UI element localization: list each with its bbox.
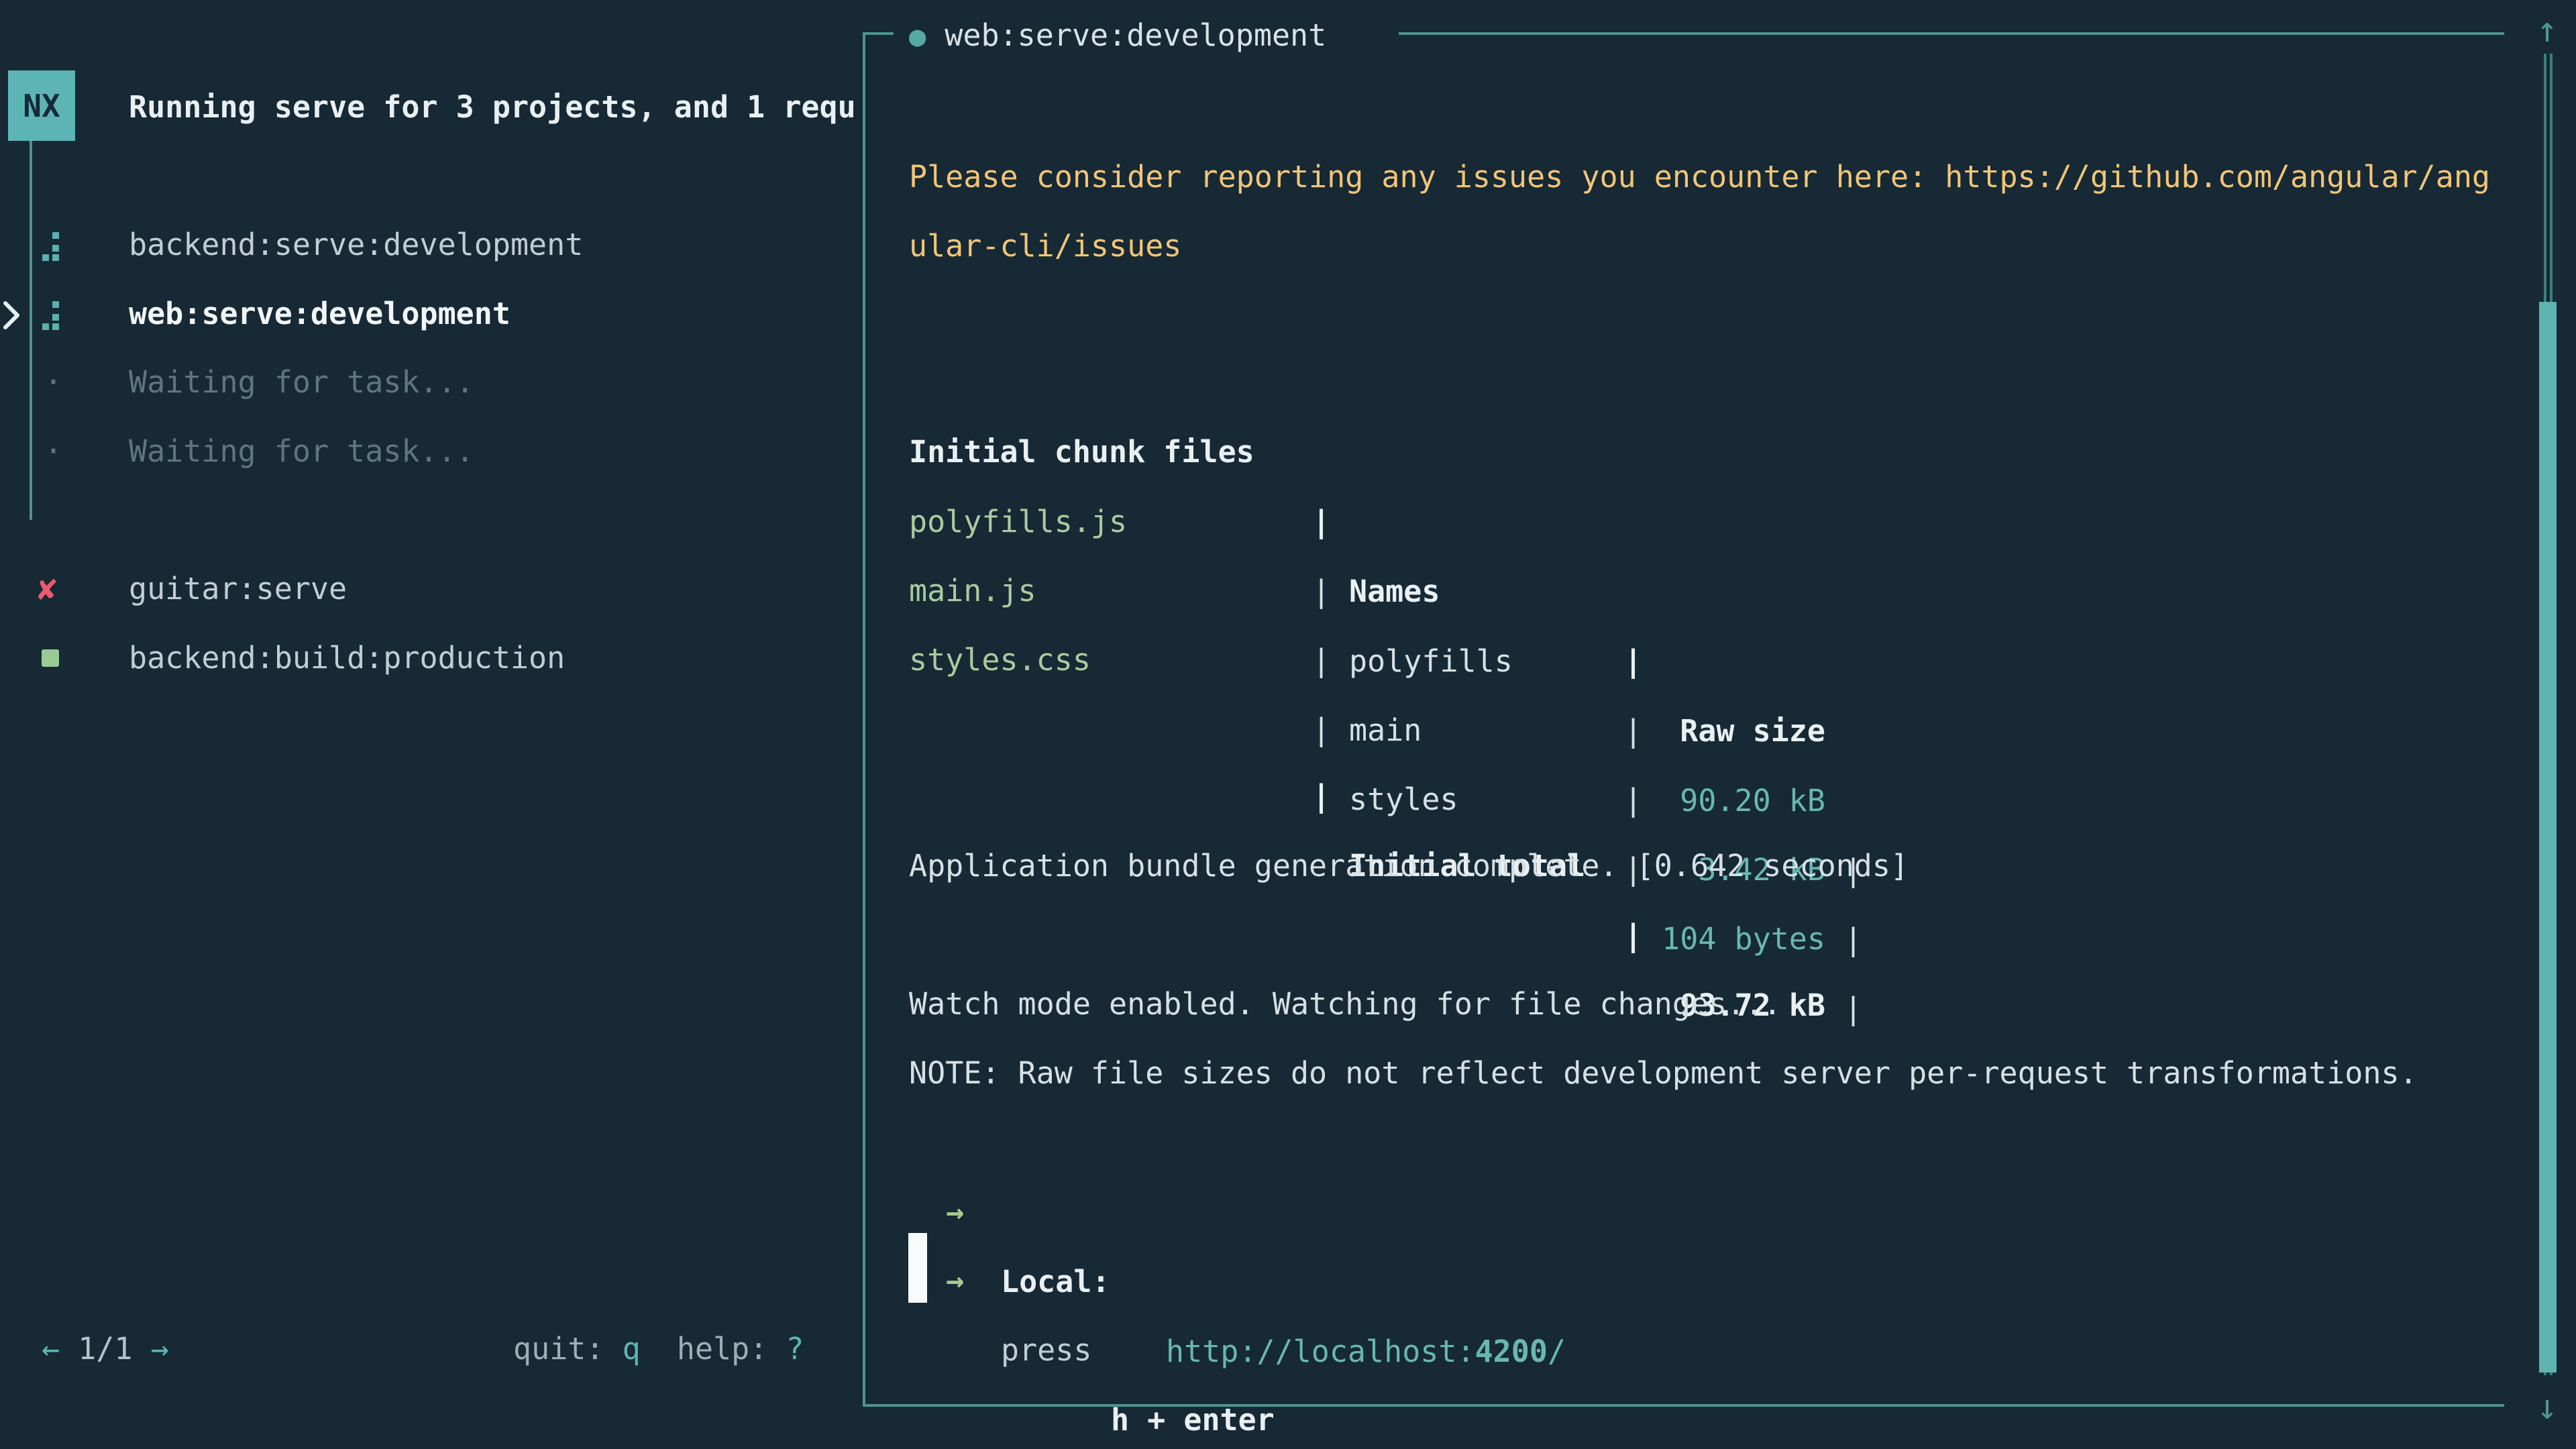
- task-label: backend:serve:development: [129, 210, 583, 280]
- initial-total-row: | Initial total | 93.72 kB: [909, 692, 981, 761]
- panel-border-top: [1399, 32, 2504, 35]
- quit-key: q: [623, 1331, 641, 1366]
- app-title: Running serve for 3 projects, and 1 requ: [129, 72, 856, 142]
- chunk-table-row: styles.css | styles | 104 bytes |: [909, 555, 981, 625]
- selected-caret-icon: [1, 299, 21, 331]
- terminal-cursor: [908, 1233, 927, 1303]
- help-key: ?: [786, 1331, 804, 1366]
- pipe: |: [1624, 696, 1642, 766]
- url-port: 4200: [1475, 1334, 1548, 1369]
- watch-mode-line: Watch mode enabled. Watching for file ch…: [909, 969, 1781, 1039]
- page-next-arrow-icon[interactable]: →: [151, 1331, 169, 1366]
- chunk-name: main: [1349, 696, 1421, 765]
- chunk-table-header: Initial chunk files | Names | Raw size: [909, 347, 981, 417]
- help-keys: h + enter: [1111, 1385, 1275, 1449]
- task-label-selected: web:serve:development: [129, 279, 511, 349]
- pipe: |: [1312, 695, 1330, 765]
- task-row-waiting-1[interactable]: · Waiting for task...: [0, 347, 864, 417]
- pagination: ← 1/1 →: [42, 1314, 169, 1384]
- nx-logo: NX: [8, 70, 75, 141]
- chunk-table-row: main.js | main | 3.42 kB |: [909, 486, 981, 556]
- pipe: |: [1624, 765, 1642, 835]
- arrow-right-icon: →: [946, 1246, 964, 1316]
- notice-line-2: ular-cli/issues: [909, 211, 1181, 281]
- success-square-icon: [42, 649, 59, 667]
- task-label: guitar:serve: [129, 554, 347, 624]
- chunk-table-row: polyfills.js | polyfills | 90.20 kB |: [909, 417, 981, 487]
- note-line: NOTE: Raw file sizes do not reflect deve…: [909, 1038, 2418, 1108]
- task-row-web-serve-selected[interactable]: web:serve:development: [0, 279, 864, 349]
- col-header-names: Names: [1349, 557, 1440, 627]
- panel-border-left: [863, 32, 865, 1407]
- nx-terminal-ui: NX Running serve for 3 projects, and 1 r…: [0, 0, 2576, 1449]
- quit-hint-label: quit:: [513, 1331, 604, 1366]
- waiting-dot-icon: ·: [44, 347, 62, 417]
- chunk-size: 104 bytes: [1642, 904, 1825, 974]
- keyboard-hints: quit: q help: ?: [513, 1314, 804, 1384]
- pipe: |: [1312, 626, 1330, 696]
- press-label: press: [1001, 1316, 1091, 1385]
- local-label: Local:: [1001, 1247, 1110, 1317]
- chunk-name: polyfills: [1349, 627, 1513, 696]
- scroll-down-arrow-icon[interactable]: ↓: [2529, 1387, 2565, 1428]
- chunk-name: styles: [1349, 765, 1458, 835]
- task-row-backend-serve[interactable]: backend:serve:development: [0, 210, 864, 280]
- task-label: backend:build:production: [129, 623, 565, 693]
- panel-title-text: web:serve:development: [945, 17, 1326, 53]
- chunk-size: 90.20 kB: [1642, 766, 1825, 836]
- panel-border-top-stub: [863, 32, 894, 35]
- page-indicator: 1/1: [78, 1331, 132, 1366]
- local-url-line: → Local: http://localhost:4200/: [909, 1108, 981, 1177]
- spinner-icon: [39, 210, 62, 280]
- pipe: |: [1844, 905, 1862, 975]
- notice-line-1: Please consider reporting any issues you…: [909, 142, 2490, 212]
- pipe: |: [1312, 487, 1330, 557]
- pipe: |: [1624, 901, 1642, 971]
- scrollbar-thumb[interactable]: [2539, 302, 2557, 1373]
- spinner-icon: [39, 279, 62, 349]
- tasks-sidebar: NX Running serve for 3 projects, and 1 r…: [0, 0, 864, 1449]
- pipe: |: [1312, 761, 1330, 831]
- pipe: |: [1844, 974, 1862, 1044]
- scroll-up-arrow-icon[interactable]: ↑: [2529, 10, 2565, 50]
- task-row-backend-build[interactable]: backend:build:production: [0, 623, 864, 693]
- bundle-complete-line: Application bundle generation complete. …: [909, 831, 1909, 901]
- col-header-size: Raw size: [1642, 696, 1825, 766]
- panel-border-bottom: [863, 1404, 2504, 1407]
- local-url-link[interactable]: http://localhost:4200/: [1166, 1317, 1566, 1387]
- help-hint-label: help:: [677, 1331, 767, 1366]
- task-label: Waiting for task...: [129, 417, 474, 486]
- chunk-file: styles.css: [909, 625, 1091, 695]
- url-prefix: http://localhost:: [1166, 1334, 1475, 1369]
- task-label: Waiting for task...: [129, 347, 474, 417]
- page-prev-arrow-icon[interactable]: ←: [42, 1331, 60, 1366]
- task-row-guitar-serve[interactable]: ✘ guitar:serve: [0, 554, 864, 624]
- waiting-dot-icon: ·: [44, 417, 62, 486]
- failed-cross-icon: ✘: [38, 554, 57, 624]
- url-suffix: /: [1548, 1334, 1566, 1369]
- task-row-waiting-2[interactable]: · Waiting for task...: [0, 417, 864, 486]
- pipe: |: [1312, 557, 1330, 627]
- panel-title: ● web:serve:development: [909, 3, 1326, 68]
- pipe: |: [1624, 627, 1642, 696]
- running-bullet-icon: ●: [909, 19, 926, 52]
